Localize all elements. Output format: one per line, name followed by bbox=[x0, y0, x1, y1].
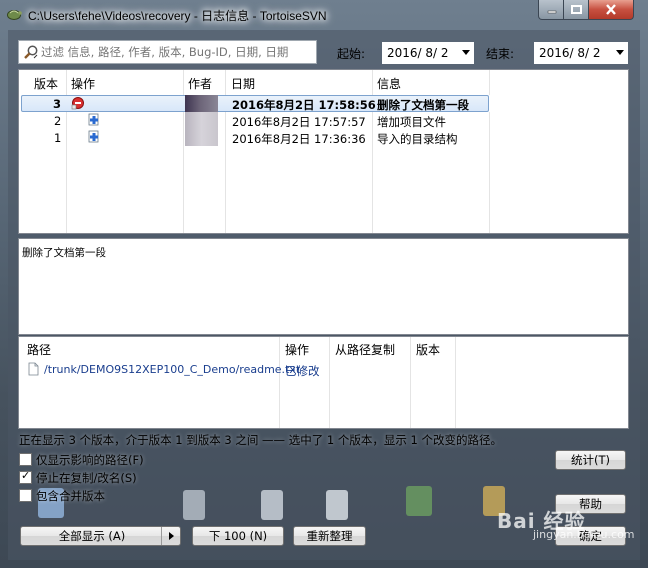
column-divider bbox=[329, 337, 330, 428]
revision-row[interactable]: 2 2016年8月2日 17:57:57 增加项目文件 bbox=[19, 112, 628, 129]
show-all-label: 全部显示 (A) bbox=[58, 529, 126, 543]
changed-path-action: 已修改 bbox=[285, 364, 320, 378]
start-date-picker[interactable]: 2016/ 8/ 2 bbox=[382, 42, 474, 64]
revision-row[interactable]: 3 2016年8月2日 17:58:56 删除了文档第一段 bbox=[19, 95, 628, 112]
log-window: C:\Users\fehe\Videos\recovery - 日志信息 - T… bbox=[0, 0, 648, 568]
revision-number: 1 bbox=[54, 131, 62, 145]
revision-list[interactable]: 版本 操作 作者 日期 信息 3 2016年8月2日 17:58:56 删除了文… bbox=[18, 69, 629, 234]
stop-on-copy-checkbox[interactable]: ✓ 停止在复制/改名(S) bbox=[19, 469, 269, 486]
col-header-actions[interactable]: 操作 bbox=[71, 75, 95, 92]
baidu-watermark-url: jingyan.baidu.com bbox=[533, 528, 635, 541]
desktop-icon bbox=[406, 486, 432, 516]
col-header-path[interactable]: 路径 bbox=[27, 341, 51, 358]
delete-icon bbox=[71, 97, 84, 110]
col-header-copy-from[interactable]: 从路径复制 bbox=[335, 341, 395, 358]
desktop-icon bbox=[326, 490, 348, 520]
col-header-message[interactable]: 信息 bbox=[377, 75, 401, 92]
author-avatar bbox=[185, 129, 218, 146]
revision-message: 导入的目录结构 bbox=[377, 132, 458, 146]
col-header-rev[interactable]: 版本 bbox=[34, 75, 58, 92]
revision-date: 2016年8月2日 17:57:57 bbox=[232, 115, 366, 129]
minimize-button[interactable] bbox=[538, 0, 565, 20]
checkbox-box[interactable] bbox=[19, 489, 32, 502]
col-header-author[interactable]: 作者 bbox=[188, 75, 212, 92]
close-icon bbox=[606, 4, 616, 15]
statistics-button[interactable]: 统计(T) bbox=[555, 450, 626, 470]
search-box[interactable] bbox=[18, 40, 317, 64]
changed-path-row[interactable]: /trunk/DEMO9S12XEP100_C_Demo/readme.txt … bbox=[19, 361, 628, 378]
refresh-button[interactable]: 重新整理 bbox=[293, 526, 366, 546]
minimize-icon bbox=[547, 10, 556, 13]
changed-paths-list[interactable]: 路径 操作 从路径复制 版本 /trunk/DEMO9S12XEP100_C_D… bbox=[18, 336, 629, 429]
show-all-dropdown[interactable] bbox=[161, 527, 180, 545]
filter-bar: 起始: 2016/ 8/ 2 结束: 2016/ 8/ 2 bbox=[18, 40, 630, 66]
col-header-date[interactable]: 日期 bbox=[231, 75, 255, 92]
column-divider bbox=[410, 337, 411, 428]
changed-path: /trunk/DEMO9S12XEP100_C_Demo/readme.txt bbox=[44, 363, 301, 376]
author-avatar bbox=[185, 95, 218, 112]
modify-icon bbox=[88, 113, 99, 126]
revision-list-header: 版本 操作 作者 日期 信息 bbox=[19, 70, 628, 92]
maximize-button[interactable] bbox=[563, 0, 590, 20]
end-date-value: 2016/ 8/ 2 bbox=[539, 46, 601, 60]
status-text: 正在显示 3 个版本，介于版本 1 到版本 3 之间 —— 选中了 1 个版本，… bbox=[19, 433, 502, 447]
revision-message: 删除了文档第一段 bbox=[377, 98, 469, 112]
log-message-text: 删除了文档第一段 bbox=[22, 247, 106, 259]
chevron-down-icon[interactable] bbox=[616, 50, 624, 55]
only-affected-paths-checkbox[interactable]: 仅显示影响的路径(F) bbox=[19, 452, 269, 468]
search-icon[interactable] bbox=[23, 44, 39, 60]
revision-number: 3 bbox=[53, 97, 62, 111]
revision-date: 2016年8月2日 17:36:36 bbox=[232, 132, 366, 146]
end-date-label: 结束: bbox=[486, 47, 515, 61]
checkbox-label: 包含合并版本 bbox=[36, 489, 105, 503]
revision-message: 增加项目文件 bbox=[377, 115, 446, 129]
revision-row[interactable]: 1 2016年8月2日 17:36:36 导入的目录结构 bbox=[19, 129, 628, 146]
chevron-right-icon bbox=[168, 532, 174, 540]
start-date-label: 起始: bbox=[337, 47, 366, 61]
revision-date: 2016年8月2日 17:58:56 bbox=[232, 98, 376, 112]
checkmark-icon: ✓ bbox=[21, 469, 31, 482]
file-icon bbox=[28, 362, 39, 376]
checkbox-box[interactable]: ✓ bbox=[19, 469, 32, 484]
changed-paths-header: 路径 操作 从路径复制 版本 bbox=[19, 337, 628, 359]
column-divider bbox=[279, 337, 280, 428]
add-icon bbox=[88, 130, 99, 143]
title-bar: C:\Users\fehe\Videos\recovery - 日志信息 - T… bbox=[0, 0, 648, 30]
end-date-picker[interactable]: 2016/ 8/ 2 bbox=[534, 42, 628, 64]
tortoise-icon bbox=[7, 10, 22, 20]
start-date-value: 2016/ 8/ 2 bbox=[387, 46, 449, 60]
maximize-icon bbox=[571, 5, 582, 14]
revision-number: 2 bbox=[54, 114, 62, 128]
log-message-panel[interactable]: 删除了文档第一段 bbox=[18, 238, 629, 335]
author-avatar bbox=[185, 112, 218, 129]
col-header-path-rev[interactable]: 版本 bbox=[416, 341, 440, 358]
close-button[interactable] bbox=[588, 0, 634, 20]
show-all-button[interactable]: 全部显示 (A) bbox=[20, 526, 181, 546]
include-merged-checkbox[interactable]: 包含合并版本 bbox=[19, 488, 269, 504]
chevron-down-icon[interactable] bbox=[462, 50, 470, 55]
col-header-action[interactable]: 操作 bbox=[285, 341, 309, 358]
search-input[interactable] bbox=[41, 43, 313, 61]
checkbox-label: 停止在复制/改名(S) bbox=[36, 471, 137, 485]
checkbox-label: 仅显示影响的路径(F) bbox=[36, 453, 144, 467]
window-title: C:\Users\fehe\Videos\recovery - 日志信息 - T… bbox=[28, 9, 327, 23]
checkbox-box[interactable] bbox=[19, 453, 32, 466]
next-100-button[interactable]: 下 100 (N) bbox=[192, 526, 284, 546]
column-divider bbox=[455, 337, 456, 428]
